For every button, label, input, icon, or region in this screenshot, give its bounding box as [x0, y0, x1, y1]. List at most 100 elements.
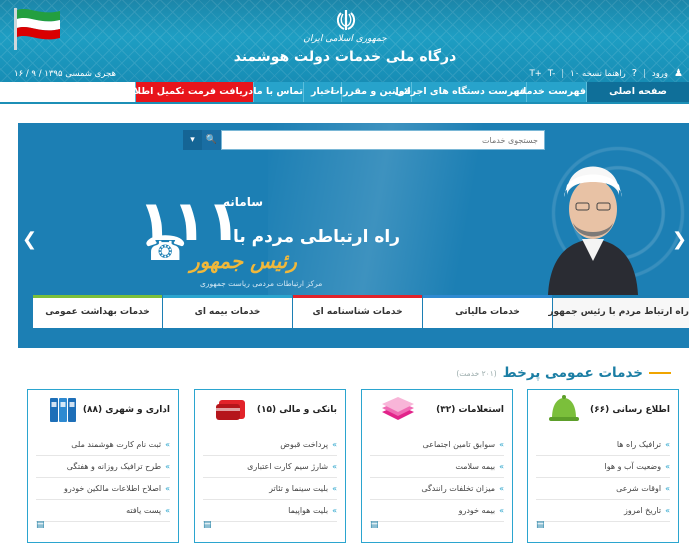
bullet-icon: » — [332, 440, 337, 449]
card-link-label: شارژ سیم کارت اعتباری — [247, 462, 329, 471]
card-more-icon[interactable]: ▤ — [370, 520, 379, 530]
tab-president-contact[interactable]: راه ارتباط مردم با رئیس جمهور — [548, 295, 689, 328]
card-link[interactable]: »پست یافته — [36, 500, 170, 522]
banner-tabs: خدمات بهداشت عمومی خدمات بیمه ای خدمات ش… — [18, 295, 689, 348]
main-nav: دریافت فرمت تکمیل اطلاعات درگاه تماس با … — [0, 82, 689, 104]
tab-public-health[interactable]: خدمات بهداشت عمومی — [33, 295, 162, 328]
nav-item-form-download[interactable]: دریافت فرمت تکمیل اطلاعات درگاه — [86, 82, 253, 102]
site-header: جمهوری اسلامی ایران درگاه ملی خدمات دولت… — [0, 0, 689, 82]
nav-item-home[interactable]: صفحه اصلی — [586, 82, 689, 102]
binders-icon — [50, 398, 76, 422]
font-smaller-button[interactable]: T- — [548, 69, 555, 79]
banner-slogan: راه ارتباطی مردم با — [233, 227, 400, 247]
card-link-label: وضعیت آب و هوا — [604, 462, 662, 471]
bullet-icon: » — [332, 484, 337, 493]
search-bar: ▾ 🔍 — [183, 130, 545, 150]
card-header: اطلاع رسانی (۶۶) — [528, 390, 678, 426]
services-count: (۲۰۱ خدمت) — [456, 368, 497, 378]
card-header: استعلامات (۳۲) — [362, 390, 512, 426]
card-link[interactable]: »سوابق تامین اجتماعی — [370, 434, 504, 456]
card-link[interactable]: »طرح ترافیک روزانه و هفتگی — [36, 456, 170, 478]
card-link-label: تاریخ امروز — [623, 506, 662, 515]
tab-tax[interactable]: خدمات مالیاتی — [423, 295, 552, 328]
bullet-icon: » — [499, 440, 504, 449]
tab-insurance[interactable]: خدمات بیمه ای — [163, 295, 292, 328]
card-link-list: »ثبت نام کارت هوشمند ملی »طرح ترافیک روز… — [36, 434, 170, 522]
card-more-icon[interactable]: ▤ — [203, 520, 212, 530]
nav-item-contact[interactable]: تماس با ما — [253, 82, 303, 102]
card-link[interactable]: »بلیت سینما و تئاتر — [203, 478, 337, 500]
card-link-label: میزان تخلفات رانندگی — [421, 484, 496, 493]
card-link[interactable]: »بیمه سلامت — [370, 456, 504, 478]
date-label: هجری شمسی ۱۳۹۵ / ۹ / ۱۶ — [14, 69, 116, 79]
card-link-label: طرح ترافیک روزانه و هفتگی — [66, 462, 162, 471]
services-title: خدمات عمومی پرخط — [502, 365, 643, 381]
card-link[interactable]: »اصلاح اطلاعات مالکین خودرو — [36, 478, 170, 500]
divider: | — [561, 68, 565, 79]
bullet-icon: » — [165, 440, 170, 449]
card-link-list: »پرداخت قبوض »شارژ سیم کارت اعتباری »بلی… — [203, 434, 337, 522]
bullet-icon: » — [665, 484, 670, 493]
card-link[interactable]: »پرداخت قبوض — [203, 434, 337, 456]
card-link-label: پست یافته — [126, 506, 162, 515]
bullet-icon: » — [165, 484, 170, 493]
card-link[interactable]: »تاریخ امروز — [536, 500, 670, 522]
portal-title: درگاه ملی خدمات دولت هوشمند — [233, 49, 457, 65]
card-link-label: سوابق تامین اجتماعی — [422, 440, 496, 449]
card-link[interactable]: »شارژ سیم کارت اعتباری — [203, 456, 337, 478]
bullet-icon: » — [332, 506, 337, 515]
banner-slogan-sub: رئیس جمهور — [190, 249, 297, 273]
card-link-label: بلیت سینما و تئاتر — [269, 484, 329, 493]
hero-slider: ▾ 🔍 ۱۱۱ ☎ سامانه راه ارتباطی مردم با رئی… — [18, 123, 689, 348]
question-icon[interactable]: ? — [632, 68, 637, 79]
card-link-label: بیمه خودرو — [458, 506, 496, 515]
card-link-label: اصلاح اطلاعات مالکین خودرو — [63, 484, 162, 493]
emblem-icon — [336, 10, 356, 30]
search-input[interactable] — [221, 130, 545, 150]
card-link[interactable]: »ترافیک راه ها — [536, 434, 670, 456]
card-link-list: »ترافیک راه ها »وضعیت آب و هوا »اوقات شر… — [536, 434, 670, 522]
card-title: بانکی و مالی (۱۵) — [256, 405, 337, 415]
card-link[interactable]: »میزان تخلفات رانندگی — [370, 478, 504, 500]
emblem-caption: جمهوری اسلامی ایران — [303, 34, 387, 44]
bullet-icon: » — [665, 506, 670, 515]
card-link[interactable]: »بلیت هواپیما — [203, 500, 337, 522]
service-card-administrative: اداری و شهری (۸۸) »ثبت نام کارت هوشمند م… — [27, 389, 179, 543]
card-link[interactable]: »ثبت نام کارت هوشمند ملی — [36, 434, 170, 456]
service-card-information: اطلاع رسانی (۶۶) »ترافیک راه ها »وضعیت آ… — [527, 389, 679, 543]
system-label: سامانه — [223, 195, 264, 209]
user-icon[interactable]: ♟ — [674, 68, 683, 79]
search-dropdown-icon[interactable]: ▾ — [183, 130, 202, 150]
nav-item-agencies[interactable]: فهرست دستگاه های اجرائی — [394, 82, 526, 102]
card-link[interactable]: »اوقات شرعی — [536, 478, 670, 500]
card-header: اداری و شهری (۸۸) — [28, 390, 178, 426]
login-link[interactable]: ورود — [652, 69, 668, 79]
slider-prev-icon[interactable]: ❮ — [22, 229, 37, 250]
hero-banner: ▾ 🔍 ۱۱۱ ☎ سامانه راه ارتباطی مردم با رئی… — [18, 123, 689, 295]
card-link-label: بیمه سلامت — [455, 462, 496, 471]
card-link-label: ثبت نام کارت هوشمند ملی — [71, 440, 162, 449]
card-more-icon[interactable]: ▤ — [36, 520, 45, 530]
divider: | — [643, 68, 646, 79]
card-link-list: »سوابق تامین اجتماعی »بیمه سلامت »میزان … — [370, 434, 504, 522]
tab-identity[interactable]: خدمات شناسنامه ای — [293, 295, 422, 328]
bullet-icon: » — [332, 462, 337, 471]
card-link-label: بلیت هواپیما — [288, 506, 329, 515]
card-more-icon[interactable]: ▤ — [536, 520, 545, 530]
papers-icon — [382, 397, 414, 420]
card-link[interactable]: »وضعیت آب و هوا — [536, 456, 670, 478]
slider-next-icon[interactable]: ❯ — [672, 229, 687, 250]
banner-caption: مرکز ارتباطات مردمی ریاست جمهوری — [200, 279, 323, 288]
bullet-icon: » — [165, 462, 170, 471]
help-link[interactable]: راهنما نسخه ۱۰ — [570, 69, 626, 79]
bullet-icon: » — [499, 506, 504, 515]
card-link-label: اوقات شرعی — [616, 484, 662, 493]
search-icon[interactable]: 🔍 — [202, 130, 221, 150]
bullet-icon: » — [665, 462, 670, 471]
font-larger-button[interactable]: T+ — [529, 69, 541, 79]
bullet-icon: » — [499, 462, 504, 471]
card-title: اطلاع رسانی (۶۶) — [590, 405, 670, 415]
card-link[interactable]: »بیمه خودرو — [370, 500, 504, 522]
bullet-icon: » — [165, 506, 170, 515]
nav-item-services-list[interactable]: فهرست خدمات — [514, 82, 586, 102]
